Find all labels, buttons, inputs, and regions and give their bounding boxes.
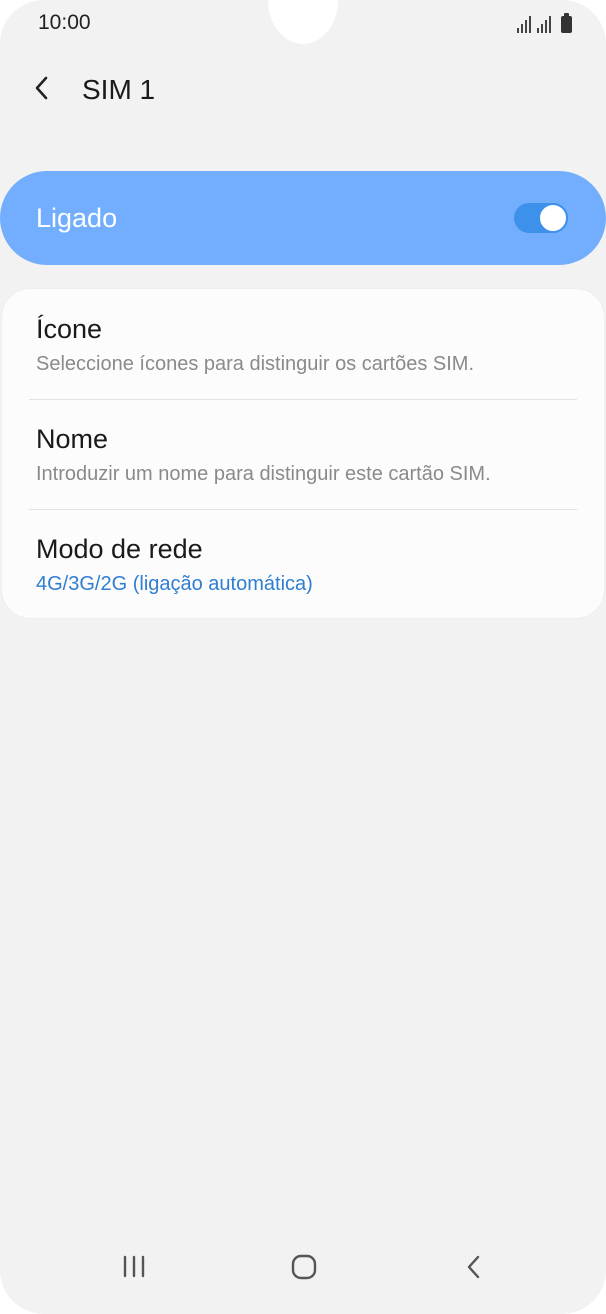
master-toggle[interactable] — [514, 203, 568, 233]
recents-button[interactable] — [110, 1242, 160, 1292]
battery-icon — [561, 13, 572, 33]
status-time: 10:00 — [38, 11, 91, 34]
back-button[interactable] — [22, 68, 62, 108]
recents-icon — [123, 1255, 145, 1278]
setting-title: Ícone — [36, 314, 103, 344]
setting-value: 4G/3G/2G (ligação automática) — [36, 573, 313, 595]
setting-title: Nome — [36, 424, 109, 454]
master-switch-label: Ligado — [36, 203, 118, 233]
signal-sim2-icon — [537, 15, 551, 33]
status-icons — [517, 13, 572, 33]
master-switch-bar[interactable]: Ligado — [0, 171, 606, 265]
navigation-bar — [0, 1224, 606, 1314]
page-title: SIM 1 — [82, 74, 156, 105]
home-icon — [291, 1254, 317, 1280]
phone-screen: 10:00 SIM 1 Ligado Ícone Seleccione ícon… — [0, 0, 606, 1314]
home-button[interactable] — [279, 1242, 329, 1292]
setting-subtitle: Seleccione ícones para distinguir os car… — [36, 353, 474, 375]
nav-back-button[interactable] — [449, 1242, 499, 1292]
setting-subtitle: Introduzir um nome para distinguir este … — [36, 463, 491, 485]
setting-row-icon[interactable]: Ícone Seleccione ícones para distinguir … — [2, 289, 604, 399]
chevron-left-icon — [35, 76, 48, 100]
setting-row-name[interactable]: Nome Introduzir um nome para distinguir … — [2, 399, 604, 509]
back-icon — [467, 1255, 480, 1279]
status-bar: 10:00 — [0, 0, 606, 48]
toggle-knob — [538, 203, 568, 233]
setting-row-network-mode[interactable]: Modo de rede 4G/3G/2G (ligação automátic… — [2, 509, 604, 619]
signal-sim1-icon — [517, 15, 531, 33]
settings-card: Ícone Seleccione ícones para distinguir … — [2, 289, 604, 618]
app-header: SIM 1 — [0, 62, 606, 118]
setting-title: Modo de rede — [36, 534, 203, 564]
